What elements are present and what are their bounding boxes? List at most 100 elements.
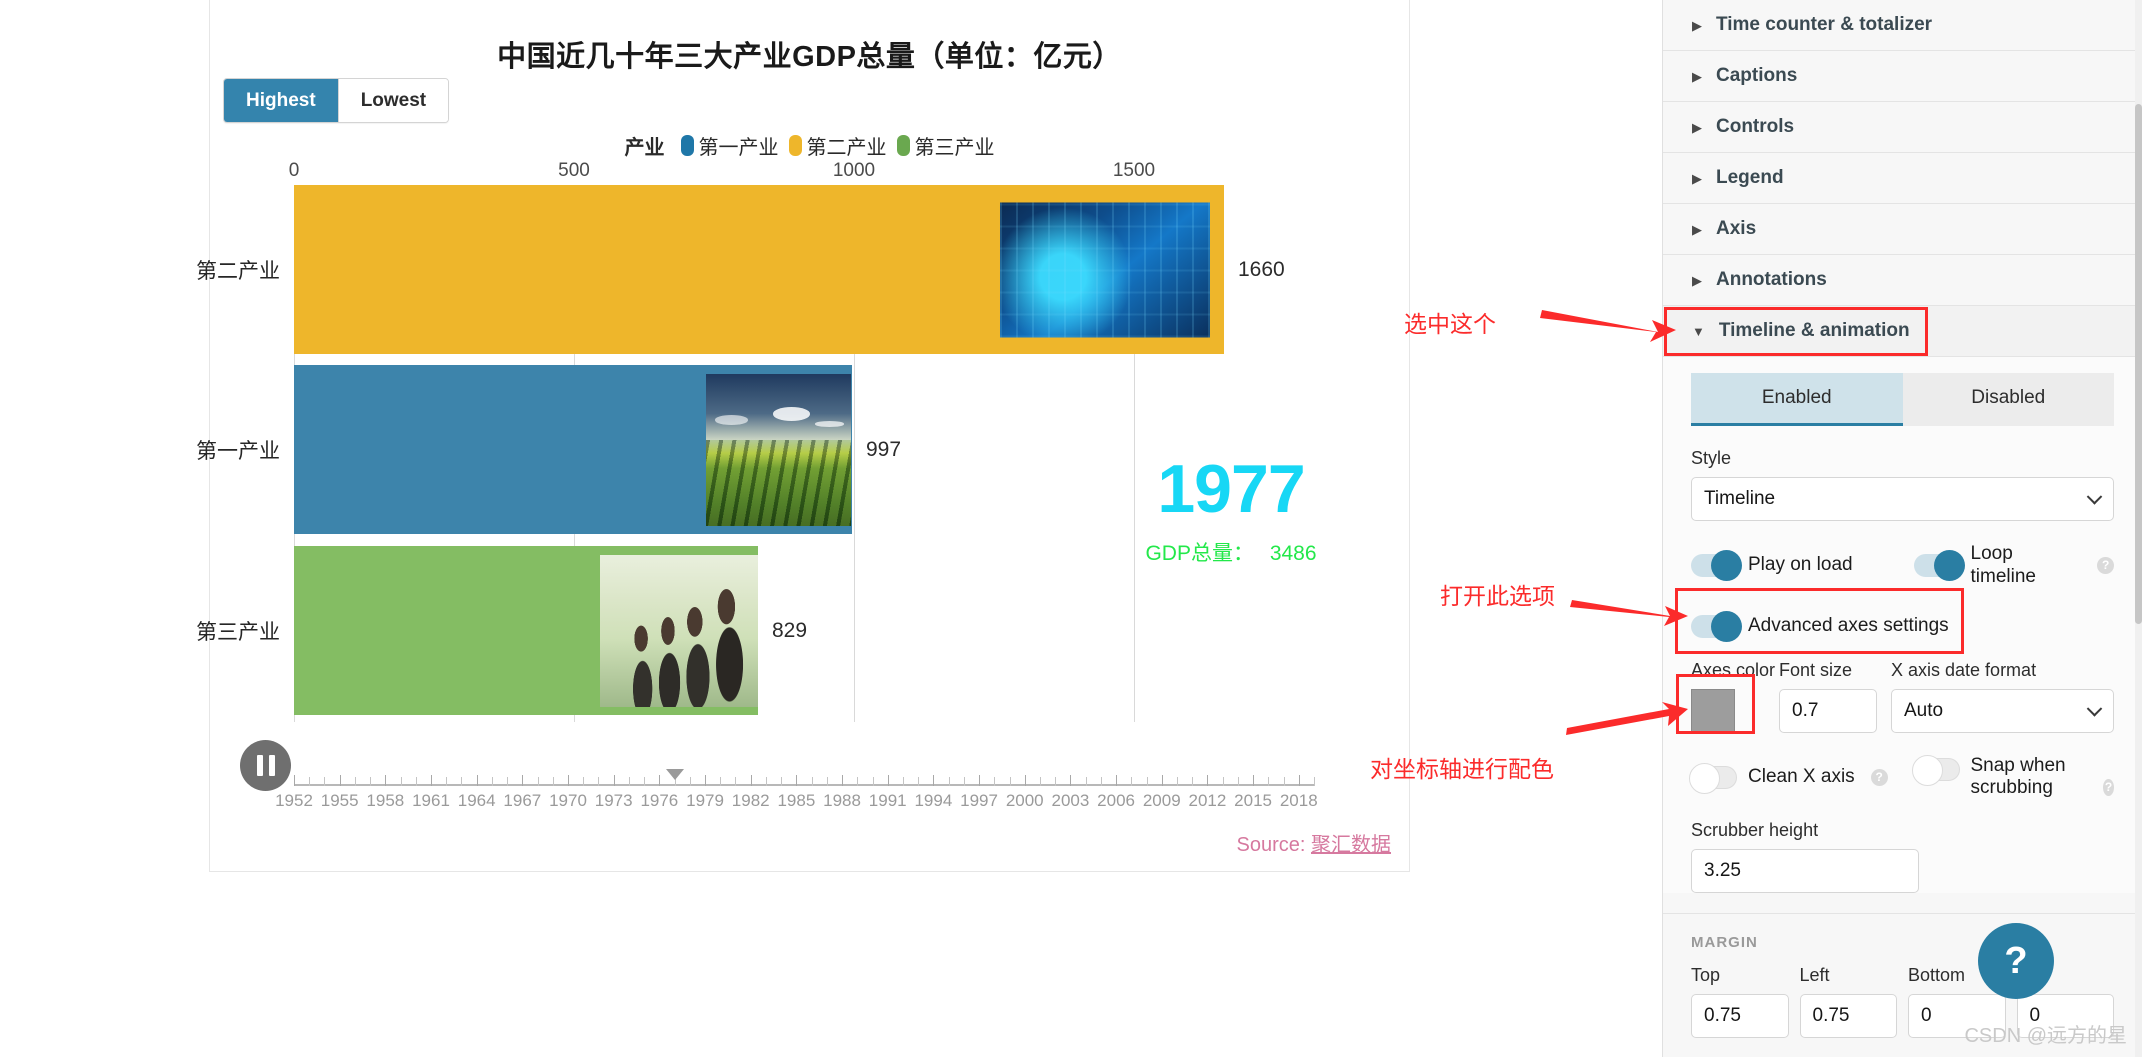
sidebar-item-legend[interactable]: ▶ Legend	[1663, 153, 2142, 204]
snap-when-scrubbing-switch[interactable]	[1911, 754, 1960, 786]
help-icon[interactable]: ?	[2103, 778, 2114, 796]
chevron-right-icon: ▶	[1692, 17, 1702, 33]
scrubber-height-label: Scrubber height	[1691, 820, 1819, 841]
axes-color-label: Axes color	[1691, 659, 1776, 680]
scrubber-handle[interactable]	[665, 769, 684, 780]
totalizer-value: 3486	[1269, 542, 1317, 565]
accordion-label: Captions	[1716, 65, 1798, 86]
scrubber-year-label: 2003	[1051, 791, 1090, 810]
scrubber-tick-minor	[644, 777, 646, 786]
legend-title: 产业	[624, 137, 665, 159]
help-icon[interactable]: ?	[2097, 557, 2114, 575]
lowest-button[interactable]: Lowest	[338, 79, 449, 122]
advanced-axes-row[interactable]: Advanced axes settings	[1691, 610, 2114, 642]
sidebar-item-axis[interactable]: ▶ Axis	[1663, 204, 2142, 255]
highest-button[interactable]: Highest	[224, 79, 338, 122]
loop-timeline-row[interactable]: Loop timeline ?	[1913, 543, 2114, 589]
x-tick-1500: 1500	[1112, 160, 1156, 181]
clean-x-axis-switch[interactable]	[1689, 762, 1737, 794]
scrubber-tick-minor	[1146, 777, 1148, 786]
timeline-scrubber[interactable]: 1952 1955 1958 1961 1964 1967 1970 1973 1976 1979…	[275, 769, 1318, 821]
scrubber-tick-minor	[948, 777, 950, 786]
scrubber-tick-minor	[1085, 777, 1087, 786]
loop-timeline-label: Loop timeline	[1970, 543, 2036, 587]
scrubber-year-label: 1970	[549, 791, 587, 810]
scrubber-tick-major	[1298, 775, 1300, 786]
help-button[interactable]: ?	[1978, 923, 2054, 999]
x-axis-date-format-label: X axis date format	[1891, 659, 2037, 680]
bar-value-secondary-industry: 1660	[1238, 257, 1285, 281]
pause-bar-left	[256, 755, 263, 776]
bar-image-tertiary-industry	[600, 554, 758, 707]
scrubber-tick-minor	[1283, 777, 1285, 786]
chart-legend: 产业 第一产业 第二产业 第三产业	[210, 131, 1409, 160]
scrubber-tick-major	[431, 775, 432, 786]
table-row[interactable]: 第三产业 829	[196, 546, 1314, 715]
scrubber-tick-major	[1253, 775, 1255, 786]
bar-value-primary-industry: 997	[866, 437, 902, 461]
table-row[interactable]: 第二产业 1660	[196, 185, 1314, 354]
legend-item-tertiary[interactable]: 第三产业	[896, 131, 995, 160]
scrubber-tick-minor	[461, 777, 463, 786]
sidebar-item-controls[interactable]: ▶ Controls	[1663, 102, 2142, 153]
font-size-input[interactable]: 0.7	[1779, 688, 1877, 733]
chevron-right-icon: ▶	[1692, 119, 1702, 135]
totalizer-label: GDP总量：	[1145, 542, 1254, 565]
source-link[interactable]: 聚汇数据	[1311, 834, 1391, 856]
legend-item-secondary[interactable]: 第二产业	[788, 131, 887, 160]
snap-when-scrubbing-row[interactable]: Snap when scrubbing ?	[1911, 754, 2114, 801]
style-select[interactable]: Timeline	[1691, 477, 2114, 521]
chevron-right-icon: ▶	[1692, 170, 1702, 186]
scrubber-year-label: 1961	[412, 791, 450, 810]
sidebar-item-captions[interactable]: ▶ Captions	[1663, 51, 2142, 102]
scrubber-year-label: 1958	[366, 791, 405, 810]
scrubber-height-input[interactable]: 3.25	[1691, 849, 1919, 894]
timeline-enabled-toggle[interactable]: Enabled Disabled	[1691, 373, 2114, 426]
panel-scrollbar-thumb[interactable]	[2135, 104, 2142, 624]
clean-x-axis-row[interactable]: Clean X axis ?	[1689, 755, 1892, 801]
scrubber-tick-minor	[537, 777, 539, 786]
bar-label-secondary-industry: 第二产业	[196, 259, 280, 283]
accordion-label: Annotations	[1716, 269, 1827, 290]
play-on-load-row[interactable]: Play on load	[1691, 543, 1892, 589]
axes-color-swatch[interactable]	[1691, 688, 1735, 733]
scrubber-year-label: 1988	[823, 791, 861, 810]
legend-swatch-tertiary	[896, 135, 910, 156]
sidebar-item-timeline-animation[interactable]: ▼ Timeline & animation	[1663, 306, 2142, 357]
margin-top-label: Top	[1691, 965, 1721, 986]
scrubber-tick-minor	[811, 777, 813, 786]
legend-item-primary[interactable]: 第一产业	[680, 131, 779, 160]
source-prefix: Source:	[1236, 834, 1311, 856]
annotation-arrow-1	[1540, 310, 1676, 342]
style-select-value: Timeline	[1704, 488, 1776, 509]
scrubber-tick-major	[522, 775, 524, 786]
panel-scrollbar-track[interactable]	[2135, 0, 2142, 1057]
margin-left-input[interactable]: 0.75	[1799, 994, 1897, 1039]
bar-image-secondary-industry	[1000, 202, 1210, 337]
scrubber-tick-minor	[1268, 777, 1270, 786]
annotation-note-3: 对坐标轴进行配色	[1370, 756, 1554, 782]
scrubber-tick-minor	[857, 777, 859, 786]
scrubber-year-label: 2000	[1005, 791, 1044, 810]
scrubber-year-label: 1976	[640, 791, 679, 810]
sidebar-item-time-counter-totalizer[interactable]: ▶ Time counter & totalizer	[1663, 0, 2142, 51]
scrubber-tick-minor	[370, 777, 372, 786]
switch-knob	[1933, 550, 1965, 582]
x-axis-date-format-select[interactable]: Auto	[1891, 688, 2114, 733]
scrubber-tick-minor	[1237, 777, 1239, 786]
sidebar-item-annotations[interactable]: ▶ Annotations	[1663, 255, 2142, 306]
tab-enabled[interactable]: Enabled	[1691, 373, 1903, 426]
play-on-load-switch[interactable]	[1691, 550, 1742, 582]
scrubber-tick-minor	[918, 777, 920, 786]
highest-lowest-toggle[interactable]: Highest Lowest	[223, 78, 450, 123]
switch-knob	[1711, 610, 1742, 642]
legend-swatch-secondary	[788, 135, 802, 156]
margin-top-input[interactable]: 0.75	[1691, 994, 1789, 1039]
scrubber-tick-minor	[1131, 777, 1133, 786]
advanced-axes-switch[interactable]	[1691, 610, 1742, 642]
pause-icon[interactable]	[240, 740, 291, 791]
tab-disabled[interactable]: Disabled	[1902, 373, 2114, 426]
loop-timeline-switch[interactable]	[1913, 550, 1965, 582]
help-icon[interactable]: ?	[1870, 768, 1888, 786]
x-tick-500: 500	[558, 160, 590, 181]
